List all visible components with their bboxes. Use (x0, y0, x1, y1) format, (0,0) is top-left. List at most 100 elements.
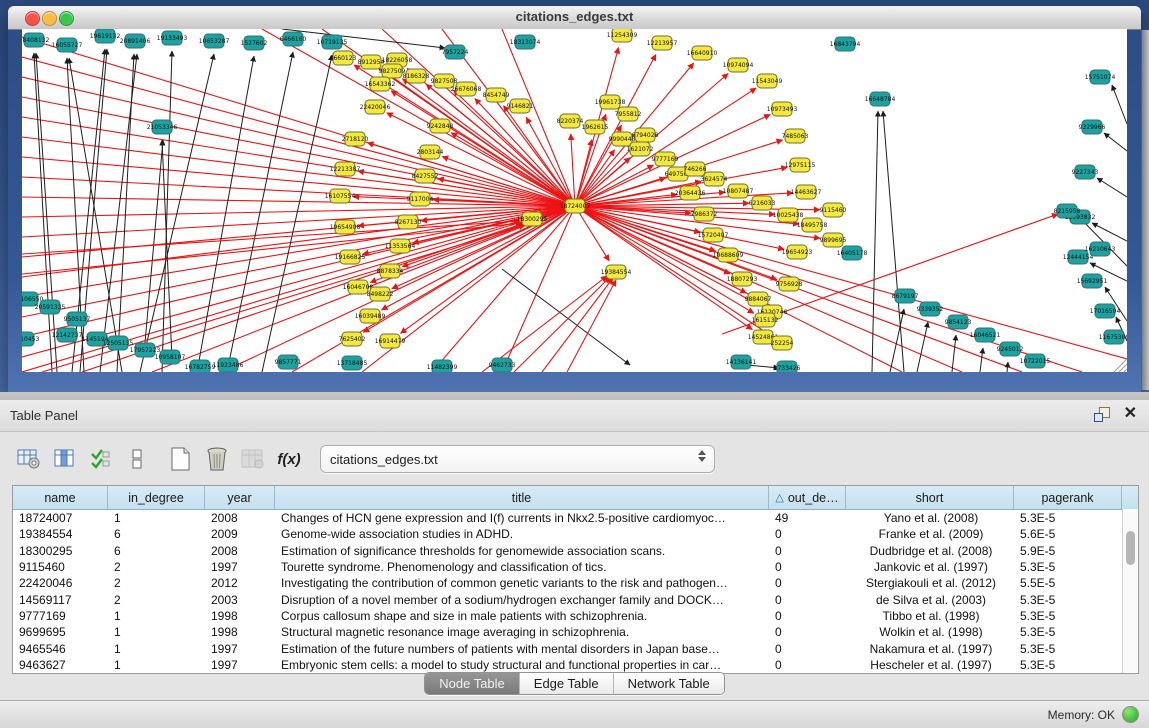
column-header-short[interactable]: short (846, 486, 1014, 509)
graph-node[interactable]: 9777169 (652, 152, 679, 166)
window-titlebar[interactable]: citations_edges.txt (8, 6, 1141, 30)
column-header-in_degree[interactable]: in_degree (108, 486, 205, 509)
table-cell[interactable]: Tibbo et al. (1998) (846, 609, 1014, 623)
table-cell[interactable]: 18724007 (13, 511, 108, 525)
new-column-icon[interactable] (166, 444, 196, 474)
graph-node[interactable]: 252254 (771, 336, 794, 350)
graph-node[interactable]: 8878334 (377, 264, 404, 278)
table-cell[interactable]: Jankovic et al. (1997) (846, 560, 1014, 574)
table-cell[interactable]: Yano et al. (2008) (846, 511, 1014, 525)
graph-node[interactable]: 9462733 (489, 358, 516, 372)
graph-node[interactable]: 8267130 (395, 215, 422, 229)
graph-node[interactable]: 6794028 (632, 128, 659, 142)
table-cell[interactable]: 6 (108, 544, 205, 558)
graph-node[interactable]: 10025438 (773, 208, 804, 222)
column-header-pagerank[interactable]: pagerank (1014, 486, 1122, 509)
table-cell[interactable]: Stergiakouli et al. (2012) (846, 576, 1014, 590)
graph-node[interactable]: 16046521 (970, 328, 1001, 342)
table-cell[interactable]: 2003 (205, 593, 275, 607)
table-cell[interactable]: 0 (769, 544, 846, 558)
table-cell[interactable]: 19384554 (13, 527, 108, 541)
graph-node[interactable]: 15751074 (1085, 70, 1116, 84)
table-cell[interactable]: 0 (769, 658, 846, 672)
table-cell[interactable]: Embryonic stem cells: a model to study s… (275, 658, 769, 672)
graph-node[interactable]: 11923486 (213, 358, 244, 372)
table-cell[interactable]: 5.3E-5 (1014, 642, 1122, 656)
graph-node[interactable]: 746266 (684, 162, 707, 176)
graph-node[interactable]: 10653287 (199, 34, 230, 48)
graph-node[interactable]: 12975115 (785, 158, 816, 172)
graph-node[interactable]: 7957224 (442, 45, 469, 59)
table-vertical-scrollbar[interactable] (1122, 509, 1138, 673)
table-cell[interactable]: 9777169 (13, 609, 108, 623)
table-cell[interactable]: Nakamura et al. (1997) (846, 642, 1014, 656)
graph-node[interactable]: 11482399 (427, 360, 458, 372)
table-cell[interactable]: 2012 (205, 576, 275, 590)
graph-node[interactable]: 13718485 (337, 356, 368, 370)
graph-node[interactable]: 18495758 (797, 218, 828, 232)
table-cell[interactable]: 9115460 (13, 560, 108, 574)
graph-node[interactable]: 9827509 (379, 64, 406, 78)
graph-node[interactable]: 1527602 (241, 36, 268, 50)
function-builder-icon[interactable]: f(x) (274, 444, 304, 474)
graph-node[interactable]: 12213387 (330, 162, 361, 176)
table-cell[interactable]: 14569117 (13, 593, 108, 607)
table-cell[interactable]: 2008 (205, 511, 275, 525)
float-panel-icon[interactable] (1094, 406, 1110, 422)
graph-node[interactable]: 7625402 (339, 332, 366, 346)
graph-node[interactable]: 10974094 (723, 58, 754, 72)
table-cell[interactable]: 0 (769, 625, 846, 639)
graph-node[interactable]: 9117004 (407, 192, 434, 206)
table-cell[interactable]: 2 (108, 593, 205, 607)
graph-node[interactable]: 9115460 (820, 203, 847, 217)
table-cell[interactable]: 9463627 (13, 658, 108, 672)
table-row[interactable]: 946362711997Embryonic stem cells: a mode… (13, 657, 1138, 673)
table-row[interactable]: 2242004622012Investigating the contribut… (13, 575, 1138, 591)
graph-node[interactable]: 9146821 (507, 99, 534, 113)
table-cell[interactable]: 2 (108, 576, 205, 590)
graph-node[interactable]: 2803144 (417, 145, 444, 159)
table-row[interactable]: 1938455462009Genome-wide association stu… (13, 526, 1138, 542)
table-cell[interactable]: Estimation of significance thresholds fo… (275, 544, 769, 558)
tab-node-table[interactable]: Node Table (425, 673, 520, 694)
table-row[interactable]: 1872400712008Changes of HCN gene express… (13, 510, 1138, 526)
table-cell[interactable]: Corpus callosum shape and size in male p… (275, 609, 769, 623)
table-cell[interactable]: Genome-wide association studies in ADHD. (275, 527, 769, 541)
table-cell[interactable]: 49 (769, 511, 846, 525)
table-cell[interactable]: 0 (769, 642, 846, 656)
graph-node[interactable]: 1733426 (774, 361, 801, 372)
table-cell[interactable]: Hescheler et al. (1997) (846, 658, 1014, 672)
graph-node[interactable]: 8660123 (330, 51, 357, 65)
table-cell[interactable]: 1 (108, 511, 205, 525)
graph-node[interactable]: 7955812 (615, 107, 642, 121)
table-cell[interactable]: Dudbridge et al. (2008) (846, 544, 1014, 558)
table-cell[interactable]: Franke et al. (2009) (846, 527, 1014, 541)
graph-node[interactable]: 9245012 (997, 342, 1024, 356)
table-cell[interactable]: 1997 (205, 560, 275, 574)
tab-edge-table[interactable]: Edge Table (520, 673, 614, 694)
graph-node[interactable]: 18807293 (727, 272, 758, 286)
table-cell[interactable]: 2 (108, 560, 205, 574)
table-cell[interactable]: 0 (769, 560, 846, 574)
graph-node[interactable]: 16107554 (325, 189, 356, 203)
select-all-icon[interactable] (86, 444, 116, 474)
column-header-name[interactable]: name (13, 486, 108, 509)
graph-node[interactable]: 14463627 (791, 185, 822, 199)
graph-node[interactable]: 9884067 (745, 292, 772, 306)
graph-node[interactable]: 7485063 (782, 129, 809, 143)
table-row[interactable]: 946554611997Estimation of the future num… (13, 640, 1138, 656)
column-visibility-icon[interactable] (50, 444, 80, 474)
table-cell[interactable]: 1997 (205, 658, 275, 672)
close-panel-icon[interactable]: ✕ (1124, 406, 1137, 422)
graph-node[interactable]: 18610453 (22, 332, 39, 346)
table-cell[interactable]: de Silva et al. (2003) (846, 593, 1014, 607)
graph-node[interactable]: 9329966 (1079, 120, 1106, 134)
graph-node[interactable]: 8912954 (358, 55, 385, 69)
graph-node[interactable]: 9242848 (427, 119, 454, 133)
graph-node[interactable]: 16405178 (837, 246, 868, 260)
graph-node[interactable]: 17016504 (1090, 304, 1121, 318)
table-cell[interactable]: 0 (769, 576, 846, 590)
graph-node[interactable]: 16039489 (355, 309, 386, 323)
graph-node[interactable]: 1621072 (627, 142, 654, 156)
graph-node[interactable]: 6216033 (749, 196, 776, 210)
